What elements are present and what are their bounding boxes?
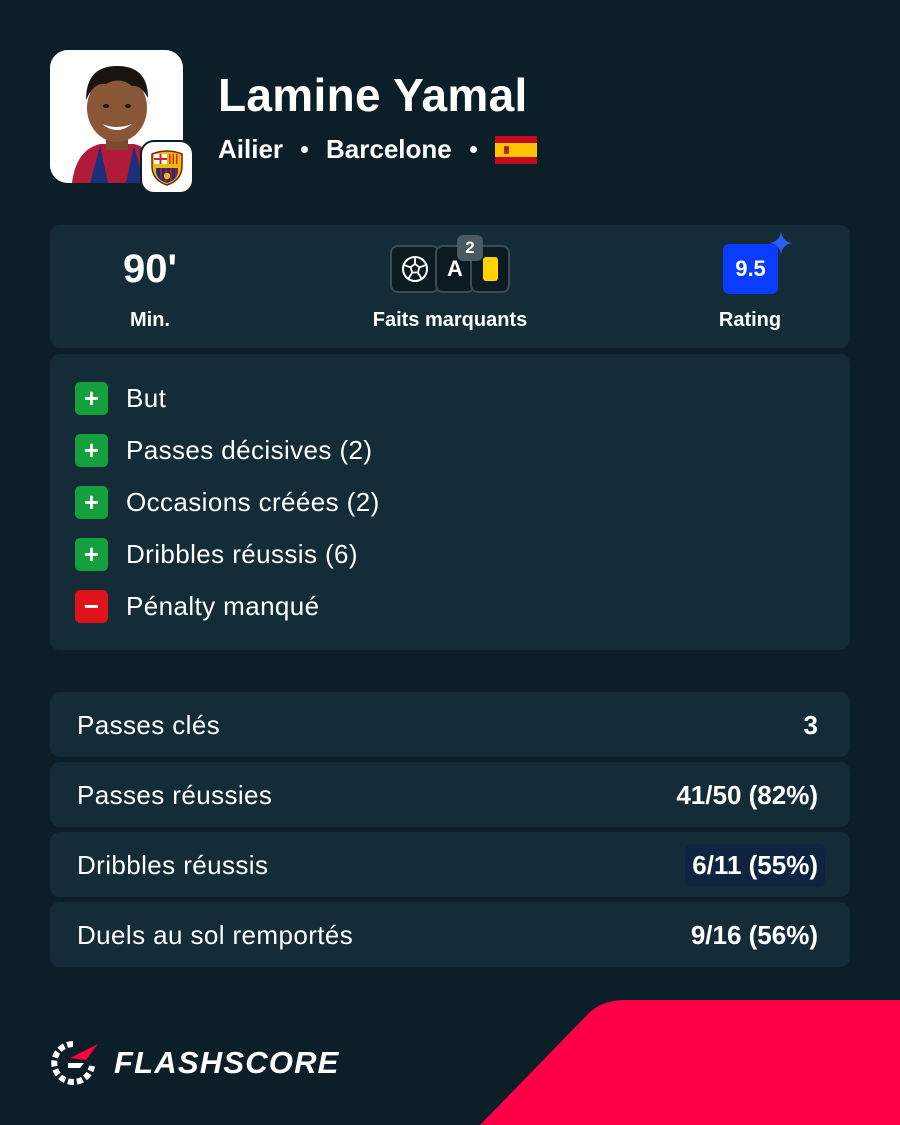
flashscore-logo-icon: [51, 1041, 98, 1085]
spain-flag-icon: [494, 135, 537, 164]
flashscore-logo: FLASHSCORE: [50, 1040, 340, 1086]
stat-value: 9/16 (56%): [690, 920, 818, 950]
event-label: Dribbles réussis (6): [126, 538, 358, 569]
list-item: + Passes décisives (2): [75, 433, 372, 467]
plus-icon: +: [75, 537, 108, 571]
event-label: Passes décisives (2): [126, 434, 373, 465]
event-label: Pénalty manqué: [126, 590, 320, 621]
separator-dot: [469, 146, 477, 153]
list-item: + Dribbles réussis (6): [75, 537, 358, 571]
plus-icon: +: [75, 485, 108, 519]
player-position: Ailier: [218, 134, 284, 164]
star-sparkle-icon: [769, 231, 793, 255]
stat-row: Dribbles réussis 6/11 (55%): [50, 832, 850, 897]
match-events-list: + But + Passes décisives (2) + Occasions…: [50, 354, 850, 650]
minutes-column: 90' Min.: [50, 225, 250, 348]
highlights-icons: A 2: [390, 235, 510, 293]
brand-name: FLASHSCORE: [114, 1045, 340, 1080]
player-stats-card: Lamine Yamal Ailier Barcelone 90' Min. F…: [0, 0, 900, 1125]
match-summary: 90' Min. Faits marquants A 2 Rating 9.5: [50, 225, 850, 348]
list-item: + But: [75, 381, 166, 415]
player-header: Lamine Yamal Ailier Barcelone: [50, 50, 850, 192]
assist-count-badge: 2: [457, 235, 483, 261]
stat-row: Passes clés 3: [50, 692, 850, 757]
list-item: + Occasions créées (2): [75, 485, 380, 519]
player-name: Lamine Yamal: [218, 69, 528, 121]
football-icon: [390, 245, 440, 293]
rating-label: Rating: [718, 309, 782, 331]
fc-barcelona-crest-icon: [142, 142, 192, 192]
minutes-value: 90': [122, 247, 177, 291]
event-label: But: [126, 382, 167, 413]
player-club: Barcelone: [326, 134, 452, 164]
stat-row: Duels au sol remportés 9/16 (56%): [50, 902, 850, 967]
highlights-label: Faits marquants: [372, 309, 528, 331]
plus-icon: +: [75, 381, 108, 415]
separator-dot: [301, 146, 309, 153]
stat-value-highlighted: 6/11 (55%): [685, 844, 825, 887]
event-label: Occasions créées (2): [126, 486, 380, 517]
minutes-label: Min.: [130, 309, 170, 331]
player-meta: Ailier Barcelone: [218, 134, 537, 165]
stat-label: Passes réussies: [77, 780, 273, 810]
stat-label: Passes clés: [77, 710, 221, 740]
minus-icon: −: [75, 589, 108, 623]
stat-label: Duels au sol remportés: [77, 920, 354, 950]
stat-value: 3: [803, 710, 818, 740]
stat-row: Passes réussies 41/50 (82%): [50, 762, 850, 827]
list-item: − Pénalty manqué: [75, 589, 320, 623]
stat-label: Dribbles réussis: [77, 850, 269, 880]
stat-value: 41/50 (82%): [676, 780, 818, 810]
plus-icon: +: [75, 433, 108, 467]
